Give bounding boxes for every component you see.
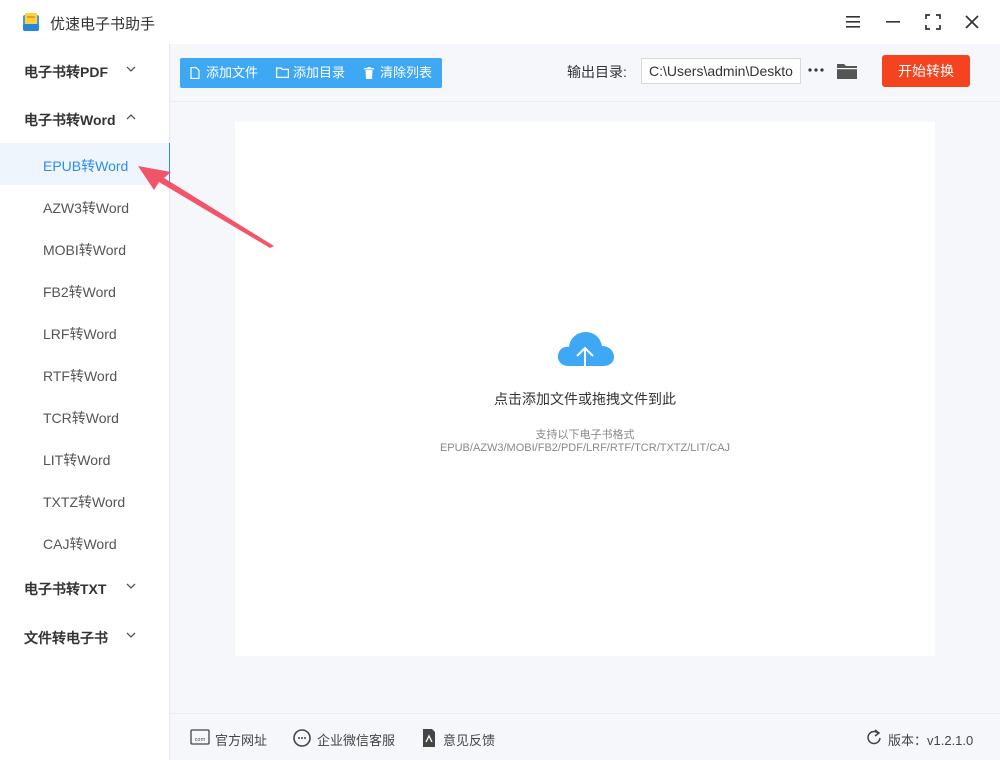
close-icon — [965, 15, 979, 29]
sidebar-group-label: 电子书转PDF — [24, 64, 108, 80]
refresh-icon — [867, 729, 881, 745]
maximize-icon — [925, 14, 941, 30]
sidebar-item-label: FB2转Word — [43, 284, 116, 300]
sidebar-item-label: MOBI转Word — [43, 242, 126, 258]
official-website-link[interactable]: com 官方网址 — [190, 728, 270, 748]
output-dir-label: 输出目录: — [567, 64, 627, 80]
supported-formats-list: EPUB/AZW3/MOBI/FB2/PDF/LRF/RTF/TCR/TXTZ/… — [439, 442, 731, 454]
website-icon: com — [190, 729, 210, 745]
chevron-down-icon — [126, 66, 136, 72]
app-title: 优速电子书助手 — [50, 16, 156, 33]
feedback-link[interactable]: 意见反馈 — [421, 728, 501, 748]
more-options-icon[interactable] — [806, 62, 826, 78]
chevron-down-icon — [126, 632, 136, 638]
minimize-button[interactable] — [882, 11, 904, 33]
title-bar: 优速电子书助手 — [0, 0, 1000, 44]
sidebar-item-label: RTF转Word — [43, 368, 118, 384]
app-logo-icon — [23, 13, 39, 31]
file-drop-zone[interactable]: 点击添加文件或拖拽文件到此 支持以下电子书格式 EPUB/AZW3/MOBI/F… — [235, 122, 935, 656]
file-icon — [190, 67, 200, 79]
official-website-label: 官方网址 — [215, 733, 268, 748]
chevron-up-icon — [126, 114, 136, 120]
sidebar-item-lrf-to-word[interactable]: LRF转Word — [0, 311, 170, 353]
menu-button[interactable] — [842, 11, 864, 33]
open-folder-icon[interactable] — [836, 61, 858, 81]
maximize-button[interactable] — [922, 11, 944, 33]
drop-hint-text: 点击添加文件或拖拽文件到此 — [494, 391, 676, 407]
sidebar-item-label: TCR转Word — [43, 410, 119, 426]
sidebar-group-file-to-ebook[interactable]: 文件转电子书 — [0, 616, 170, 656]
sidebar-item-label: EPUB转Word — [43, 158, 129, 174]
sidebar-item-lit-to-word[interactable]: LIT转Word — [0, 437, 170, 479]
sidebar-item-fb2-to-word[interactable]: FB2转Word — [0, 269, 170, 311]
feedback-icon — [423, 729, 435, 747]
add-file-label: 添加文件 — [206, 65, 259, 80]
sidebar-item-label: AZW3转Word — [43, 200, 130, 216]
menu-icon — [846, 16, 860, 28]
chat-icon — [293, 729, 311, 747]
annotation-arrow-icon — [138, 166, 274, 248]
wechat-service-label: 企业微信客服 — [317, 733, 396, 748]
minimize-icon — [886, 21, 900, 23]
folder-icon — [276, 67, 289, 78]
sidebar-item-txtz-to-word[interactable]: TXTZ转Word — [0, 479, 170, 521]
sidebar-item-label: LIT转Word — [43, 452, 111, 468]
version-label: 版本：v1.2.1.0 — [888, 733, 974, 748]
sidebar-group-label: 电子书转Word — [24, 112, 116, 128]
start-convert-button[interactable]: 开始转换 — [882, 55, 970, 87]
add-folder-button[interactable]: 添加目录 — [276, 58, 356, 88]
trash-icon — [364, 67, 374, 79]
add-file-button[interactable]: 添加文件 — [190, 58, 270, 88]
main-panel: 添加文件 添加目录 清除列表 输出目录: 开始转换 — [170, 44, 1000, 760]
sidebar-item-label: TXTZ转Word — [43, 494, 126, 510]
toolbar-divider — [170, 101, 1000, 102]
sidebar-group-ebook-to-word[interactable]: 电子书转Word — [0, 98, 170, 138]
feedback-label: 意见反馈 — [443, 733, 496, 748]
clear-list-label: 清除列表 — [380, 65, 433, 80]
sidebar-item-label: LRF转Word — [43, 326, 117, 342]
sidebar-item-rtf-to-word[interactable]: RTF转Word — [0, 353, 170, 395]
clear-list-button[interactable]: 清除列表 — [364, 58, 440, 88]
sidebar-group-ebook-to-txt[interactable]: 电子书转TXT — [0, 567, 170, 607]
add-folder-label: 添加目录 — [293, 65, 346, 80]
wechat-service-link[interactable]: 企业微信客服 — [292, 728, 402, 748]
sidebar-item-tcr-to-word[interactable]: TCR转Word — [0, 395, 170, 437]
version-info: 版本：v1.2.1.0 — [866, 728, 986, 748]
footer: com 官方网址 企业微信客服 意见反馈 版本：v1.2.1.0 — [170, 713, 1000, 760]
svg-text:com: com — [195, 737, 206, 743]
sidebar-item-label: CAJ转Word — [43, 536, 117, 552]
upload-cloud-icon — [557, 332, 614, 380]
file-toolbar: 添加文件 添加目录 清除列表 — [180, 58, 442, 88]
sidebar-group-label: 文件转电子书 — [24, 630, 108, 646]
close-button[interactable] — [961, 11, 983, 33]
sidebar: 电子书转PDF 电子书转Word EPUB转Word AZW3转Word MOB… — [0, 44, 171, 760]
sidebar-group-label: 电子书转TXT — [24, 581, 107, 597]
chevron-down-icon — [126, 583, 136, 589]
sidebar-item-caj-to-word[interactable]: CAJ转Word — [0, 521, 170, 563]
output-dir-field[interactable] — [641, 58, 801, 84]
sidebar-group-ebook-to-pdf[interactable]: 电子书转PDF — [0, 50, 170, 90]
supported-formats-title: 支持以下电子书格式 — [535, 429, 635, 441]
